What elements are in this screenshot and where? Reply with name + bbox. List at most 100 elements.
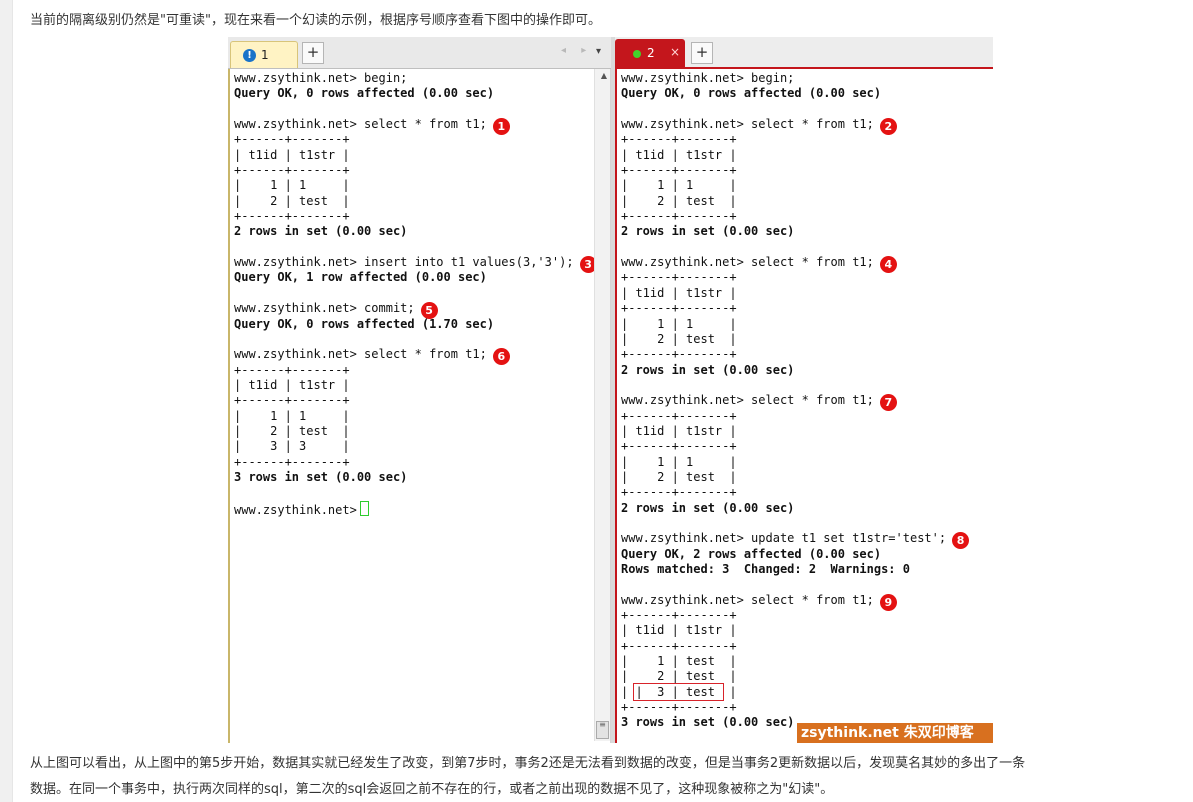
terminal-line-text: www.zsythink.net>	[234, 502, 357, 517]
terminal-line: +------+-------+	[621, 163, 969, 178]
terminal-line: | 3 | 3 |	[234, 439, 597, 454]
terminal-line: www.zsythink.net> select * from t1; 9	[621, 593, 969, 611]
terminal-line-text: | 1 | test |	[621, 654, 737, 669]
terminal-line-text: Query OK, 2 rows affected (0.00 sec)	[621, 546, 882, 561]
terminal-line: 2 rows in set (0.00 sec)	[621, 224, 969, 239]
terminal-line-text: +------+-------+	[621, 439, 737, 454]
terminal-line: +------+-------+	[234, 363, 597, 378]
terminal-line: +------+-------+	[621, 301, 969, 316]
close-tab-icon[interactable]: ×	[670, 45, 680, 59]
terminal-line: www.zsythink.net> update t1 set t1str='t…	[621, 531, 970, 550]
terminal-line-text: +------+-------+	[621, 132, 737, 147]
terminal-line: | | 3 | test |	[621, 682, 969, 701]
terminal-line-text: | t1id | t1str |	[234, 377, 350, 392]
scrollbar-thumb[interactable]: ≡	[596, 721, 609, 739]
terminal-line-text: | 2 | test |	[621, 331, 737, 346]
tab-session-1-label: 1	[261, 48, 269, 62]
terminal-screenshot: ! 1 + ◂ ▸ ▾ 2 × + www.zsythink.net> begi…	[228, 37, 993, 743]
tab-scroll-arrows-icon[interactable]: ◂ ▸	[561, 45, 592, 56]
terminal-line-text: | t1id | t1str |	[621, 623, 737, 638]
terminal-line: 2 rows in set (0.00 sec)	[621, 501, 969, 516]
tab-list-dropdown-icon[interactable]: ▾	[596, 46, 601, 57]
scrollbar[interactable]: ▲ ≡	[594, 69, 610, 741]
terminal-pane-session-2[interactable]: www.zsythink.net> begin; Query OK, 0 rows…	[615, 69, 993, 743]
terminal-line-text: | 1 | 1 |	[234, 408, 350, 423]
tab-session-2[interactable]: 2 ×	[615, 39, 685, 68]
terminal-line: | 1 | 1 |	[621, 317, 969, 332]
terminal-line: | t1id | t1str |	[621, 623, 969, 638]
step-number-badge: 8	[952, 532, 970, 550]
terminal-line: www.zsythink.net> select * from t1; 4	[621, 255, 969, 274]
terminal-line: | t1id | t1str |	[621, 286, 969, 301]
terminal-line-text: +------+-------+	[621, 408, 737, 423]
terminal-line: 2 rows in set (0.00 sec)	[234, 224, 597, 239]
terminal-line: | 1 | 1 |	[621, 178, 969, 193]
terminal-line: | t1id | t1str |	[621, 424, 969, 439]
terminal-line: +------+-------+	[234, 393, 597, 408]
terminal-line: www.zsythink.net>	[234, 500, 597, 517]
scroll-up-icon[interactable]: ▲	[601, 71, 607, 80]
step-number-badge: 9	[879, 593, 897, 611]
terminal-line-text: | 1 | 1 |	[621, 178, 737, 193]
terminal-line-text: +------+-------+	[234, 209, 350, 224]
step-number-badge: 2	[879, 118, 897, 136]
terminal-line: 2 rows in set (0.00 sec)	[621, 363, 969, 378]
terminal-line-text: 2 rows in set (0.00 sec)	[234, 224, 408, 239]
terminal-line: Query OK, 2 rows affected (0.00 sec)	[621, 547, 969, 562]
terminal-line: +------+-------+	[621, 347, 969, 362]
terminal-line-text: +------+-------+	[621, 270, 737, 285]
terminal-line-text: Query OK, 0 rows affected (1.70 sec)	[234, 316, 495, 331]
terminal-line-text: | t1id | t1str |	[234, 147, 350, 162]
terminal-line-text: +------+-------+	[621, 700, 737, 715]
terminal-line-text: www.zsythink.net> begin;	[621, 71, 795, 85]
terminal-line-text: www.zsythink.net> select * from t1;	[234, 117, 487, 132]
step-number-badge: 4	[879, 256, 897, 274]
terminal-line-text: +------+-------+	[234, 454, 350, 469]
terminal-line-text: +------+-------+	[621, 485, 737, 500]
terminal-line-text: Query OK, 1 row affected (0.00 sec)	[234, 270, 487, 285]
terminal-line-text: www.zsythink.net> select * from t1;	[621, 255, 874, 270]
step-number-badge: 7	[879, 394, 897, 412]
terminal-line-text: www.zsythink.net> commit;	[234, 301, 415, 316]
terminal-output-session-2: www.zsythink.net> begin; Query OK, 0 rows…	[621, 71, 970, 731]
terminal-line: +------+-------+	[621, 270, 969, 285]
terminal-line-text: | 2 | test |	[621, 193, 737, 208]
terminal-line-text: www.zsythink.net> select * from t1;	[621, 117, 874, 132]
terminal-line: | 2 | test |	[234, 424, 597, 439]
terminal-line: | t1id | t1str |	[621, 148, 969, 163]
terminal-line-text: +------+-------+	[621, 301, 737, 316]
terminal-line-text: Rows matched: 3 Changed: 2 Warnings: 0	[621, 562, 910, 576]
terminal-line: | 1 | 1 |	[621, 455, 969, 470]
highlighted-new-row: | 3 | test	[633, 682, 725, 701]
new-tab-button[interactable]: +	[302, 42, 324, 64]
terminal-line-text: +------+-------+	[621, 163, 737, 178]
terminal-line: | t1id | t1str |	[234, 148, 597, 163]
terminal-line: 3 rows in set (0.00 sec)	[234, 470, 597, 485]
terminal-line: Query OK, 0 rows affected (0.00 sec)	[621, 86, 969, 101]
terminal-pane-session-1[interactable]: www.zsythink.net> begin; Query OK, 0 rows…	[228, 69, 611, 743]
table-border: |	[722, 684, 737, 699]
terminal-line: +------+-------+	[621, 409, 969, 424]
tab-session-1[interactable]: ! 1	[230, 41, 298, 68]
terminal-line: www.zsythink.net> select * from t1; 1	[234, 117, 597, 136]
table-border: |	[621, 684, 636, 699]
new-tab-button-right[interactable]: +	[691, 42, 713, 64]
terminal-line-text: +------+-------+	[234, 132, 350, 147]
terminal-line-text: +------+-------+	[621, 608, 737, 623]
terminal-line-text: +------+-------+	[621, 638, 737, 653]
terminal-line-text: | 1 | 1 |	[234, 178, 350, 193]
terminal-line-text: www.zsythink.net> update t1 set t1str='t…	[621, 531, 947, 546]
terminal-line: +------+-------+	[621, 700, 969, 715]
conclusion-paragraph-line-1: 从上图可以看出，从上图中的第5步开始，数据其实就已经发生了改变，到第7步时，事务…	[30, 756, 1026, 771]
terminal-line: +------+-------+	[234, 163, 597, 178]
terminal-line-text: www.zsythink.net> select * from t1;	[621, 393, 874, 408]
terminal-line-text: 3 rows in set (0.00 sec)	[621, 715, 795, 730]
terminal-line: +------+-------+	[621, 608, 969, 623]
step-number-badge: 1	[492, 118, 510, 136]
info-badge-icon: !	[243, 49, 256, 62]
terminal-line: Query OK, 0 rows affected (1.70 sec)	[234, 317, 597, 332]
